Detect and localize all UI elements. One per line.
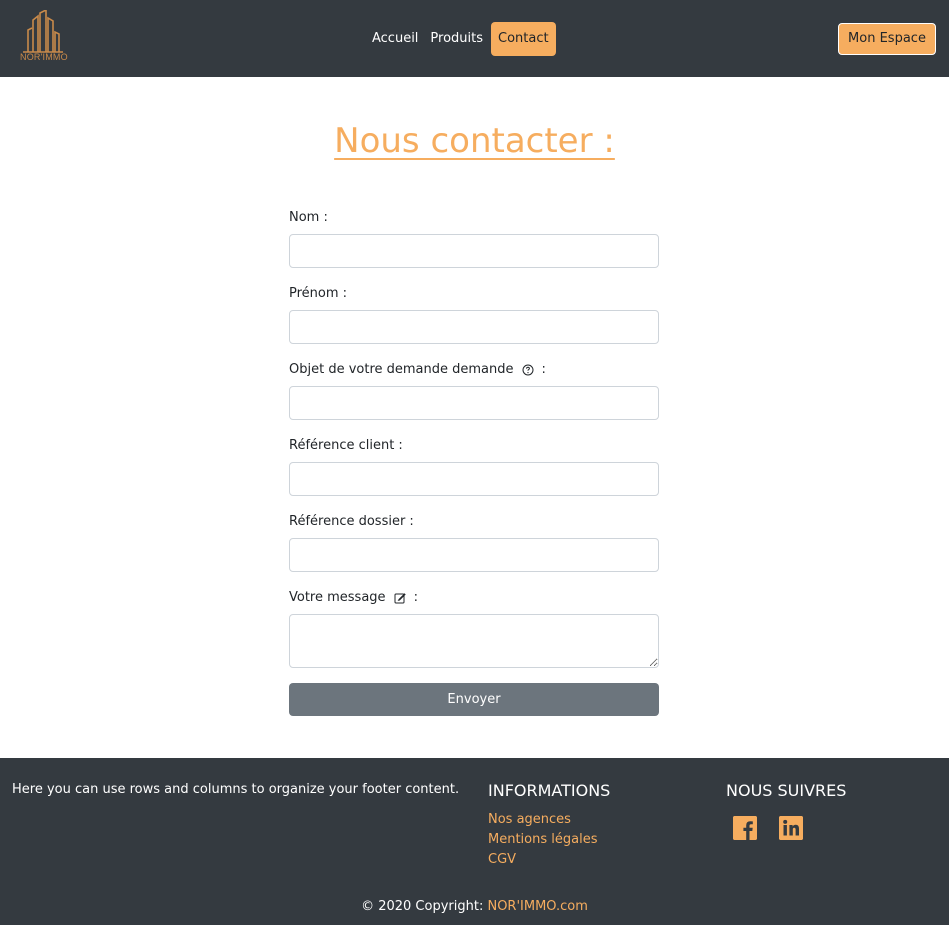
page-title: Nous contacter : [334, 121, 615, 161]
reference-client-input[interactable] [289, 462, 659, 496]
edit-icon [394, 592, 406, 604]
reference-dossier-input[interactable] [289, 538, 659, 572]
field-message: Votre message : [289, 588, 659, 668]
link-nos-agences[interactable]: Nos agences [488, 810, 597, 830]
objet-label: Objet de votre demande demande : [289, 362, 546, 377]
contact-form: Nom : Prénom : Objet de votre demande de… [289, 208, 659, 716]
building-logo-icon[interactable]: NOR'IMMO [20, 8, 68, 66]
informations-links: Nos agences Mentions légales CGV [488, 810, 597, 870]
nav-link-contact[interactable]: Contact [491, 22, 556, 56]
prenom-label: Prénom : [289, 286, 348, 301]
prenom-input[interactable] [289, 310, 659, 344]
facebook-icon[interactable] [733, 816, 757, 840]
reference-client-label: Référence client : [289, 438, 403, 453]
question-circle-icon [522, 364, 534, 376]
copyright-link[interactable]: NOR'IMMO.com [487, 899, 587, 914]
field-reference-client: Référence client : [289, 436, 659, 496]
footer-description: Here you can use rows and columns to org… [12, 782, 460, 797]
footer: Here you can use rows and columns to org… [0, 758, 949, 925]
link-cgv[interactable]: CGV [488, 850, 597, 870]
nom-label: Nom : [289, 210, 328, 225]
nav-link-produits[interactable]: Produits [424, 22, 489, 56]
link-mentions-legales[interactable]: Mentions légales [488, 830, 597, 850]
copyright: © 2020 Copyright: NOR'IMMO.com [361, 899, 588, 914]
mon-espace-button[interactable]: Mon Espace [838, 23, 936, 55]
field-nom: Nom : [289, 208, 659, 268]
nom-input[interactable] [289, 234, 659, 268]
social-links [733, 816, 803, 840]
main-nav: Accueil Produits Contact [366, 22, 556, 56]
field-prenom: Prénom : [289, 284, 659, 344]
linkedin-icon[interactable] [779, 816, 803, 840]
reference-dossier-label: Référence dossier : [289, 514, 414, 529]
informations-heading: INFORMATIONS [488, 781, 611, 800]
message-textarea[interactable] [289, 614, 659, 668]
navbar: NOR'IMMO Accueil Produits Contact Mon Es… [0, 0, 949, 77]
nav-link-accueil[interactable]: Accueil [366, 22, 424, 56]
field-objet: Objet de votre demande demande : [289, 360, 659, 420]
objet-input[interactable] [289, 386, 659, 420]
logo-text: NOR'IMMO [20, 52, 68, 62]
message-label: Votre message : [289, 590, 418, 605]
nous-suivres-heading: NOUS SUIVRES [726, 781, 847, 800]
envoyer-button[interactable]: Envoyer [289, 683, 659, 716]
field-reference-dossier: Référence dossier : [289, 512, 659, 572]
